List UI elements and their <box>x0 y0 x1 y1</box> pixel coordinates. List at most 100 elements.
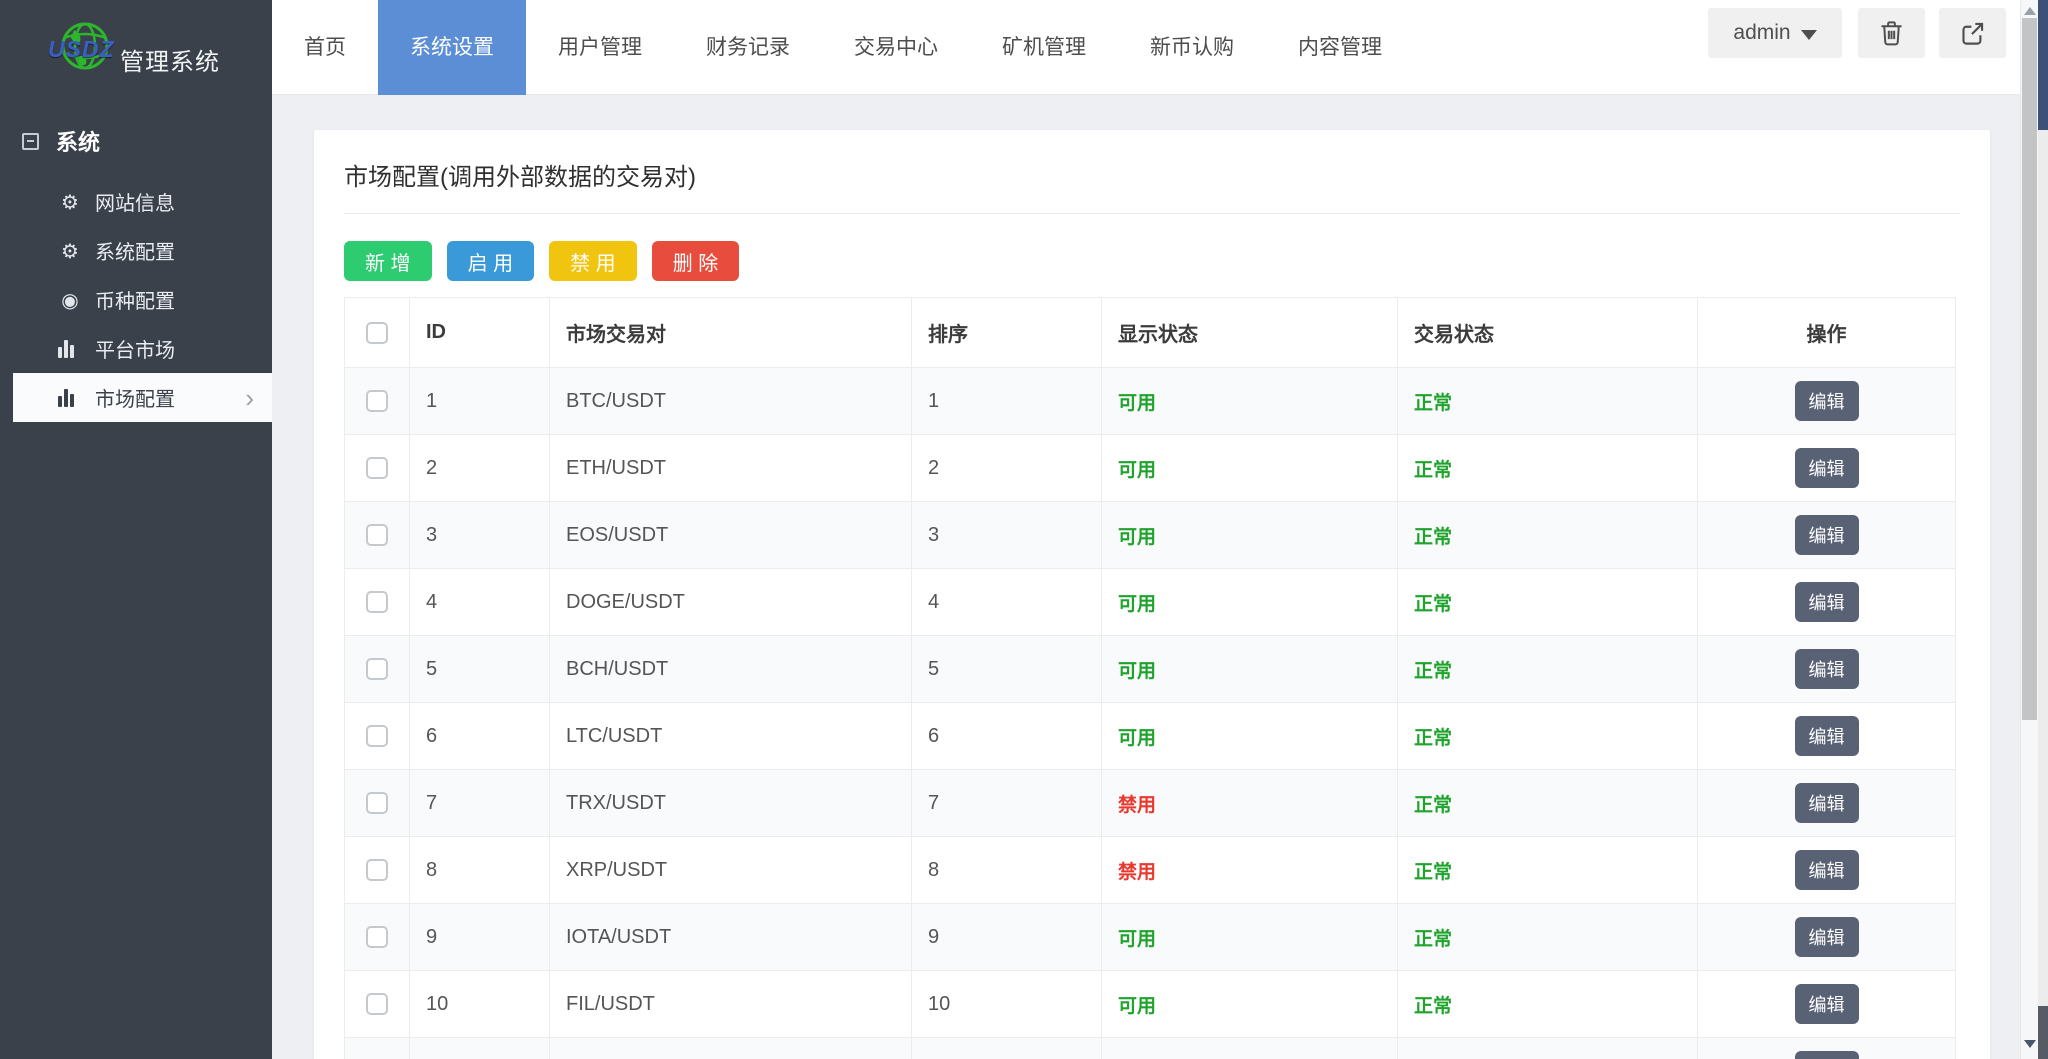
collapse-icon <box>22 133 39 150</box>
row-checkbox[interactable] <box>366 457 388 479</box>
export-button[interactable] <box>1939 8 2006 58</box>
cell-id: 3 <box>410 502 550 569</box>
sidebar-menu: ⚙网站信息⚙系统配置◉币种配置平台市场市场配置› <box>0 177 272 422</box>
outer-scrollbar-thumb[interactable] <box>2038 0 2048 130</box>
edit-button[interactable]: 编辑 <box>1795 448 1859 488</box>
cell-id: 2 <box>410 435 550 502</box>
scroll-down-icon[interactable] <box>2024 1040 2036 1048</box>
table-row-6: 6LTC/USDT6可用正常编辑 <box>345 703 1956 770</box>
column-header-显示状态: 显示状态 <box>1102 298 1398 368</box>
row-checkbox[interactable] <box>366 993 388 1015</box>
select-all-checkbox[interactable] <box>366 322 388 344</box>
cell-id: 7 <box>410 770 550 837</box>
nav-item-8[interactable]: 内容管理 <box>1266 0 1414 95</box>
sidebar-item-平台市场[interactable]: 平台市场 <box>0 324 272 373</box>
nav-item-2[interactable]: 系统设置 <box>378 0 526 95</box>
row-checkbox[interactable] <box>366 390 388 412</box>
cell-sort: 7 <box>912 770 1102 837</box>
scrollbar-thumb[interactable] <box>2022 18 2037 720</box>
display-status-badge: 可用 <box>1118 527 1156 548</box>
cell-sort: 9 <box>912 904 1102 971</box>
column-header-ID: ID <box>410 298 550 368</box>
row-checkbox[interactable] <box>366 926 388 948</box>
cell-id: 5 <box>410 636 550 703</box>
nav-item-7[interactable]: 新币认购 <box>1118 0 1266 95</box>
row-checkbox[interactable] <box>366 792 388 814</box>
cell-sort: 10 <box>912 971 1102 1038</box>
row-checkbox[interactable] <box>366 524 388 546</box>
sidebar-section-label: 系统 <box>56 125 100 157</box>
nav-item-6[interactable]: 矿机管理 <box>970 0 1118 95</box>
outer-scrollbar[interactable] <box>2038 0 2048 1059</box>
scrollbar[interactable] <box>2020 0 2038 1059</box>
row-checkbox[interactable] <box>366 591 388 613</box>
trash-icon <box>1878 19 1905 48</box>
nav-item-5[interactable]: 交易中心 <box>822 0 970 95</box>
trade-status-badge: 正常 <box>1414 929 1452 950</box>
table-row-4: 4DOGE/USDT4可用正常编辑 <box>345 569 1956 636</box>
admin-dropdown[interactable]: admin <box>1708 8 1842 58</box>
edit-button[interactable]: 编辑 <box>1795 381 1859 421</box>
page-title: 市场配置(调用外部数据的交易对) <box>344 157 1960 192</box>
sidebar-item-label: 平台市场 <box>95 334 175 363</box>
cell-sort: 2 <box>912 435 1102 502</box>
table-row-10: 10FIL/USDT10可用正常编辑 <box>345 971 1956 1038</box>
table-row-7: 7TRX/USDT7禁用正常编辑 <box>345 770 1956 837</box>
target-icon: ◉ <box>58 288 82 312</box>
column-header-交易状态: 交易状态 <box>1398 298 1698 368</box>
display-status-badge: 可用 <box>1118 594 1156 615</box>
edit-button[interactable]: 编辑 <box>1795 582 1859 622</box>
edit-button[interactable]: 编辑 <box>1795 515 1859 555</box>
edit-button[interactable]: 编辑 <box>1795 917 1859 957</box>
trash-button[interactable] <box>1858 8 1925 58</box>
sidebar-section-system[interactable]: 系统 <box>0 95 272 171</box>
table-row-9: 9IOTA/USDT9可用正常编辑 <box>345 904 1956 971</box>
sidebar-item-label: 系统配置 <box>95 236 175 265</box>
cell-id: 10 <box>410 971 550 1038</box>
cell-sort: 8 <box>912 837 1102 904</box>
row-checkbox[interactable] <box>366 725 388 747</box>
table-header-row: ID市场交易对排序显示状态交易状态操作 <box>345 298 1956 368</box>
cell-sort: 3 <box>912 502 1102 569</box>
nav-item-1[interactable]: 首页 <box>272 0 378 95</box>
export-icon <box>1959 20 1986 47</box>
table-row-3: 3EOS/USDT3可用正常编辑 <box>345 502 1956 569</box>
edit-button[interactable]: 编辑 <box>1795 850 1859 890</box>
nav-item-4[interactable]: 财务记录 <box>674 0 822 95</box>
cell-sort: 4 <box>912 569 1102 636</box>
sidebar-item-系统配置[interactable]: ⚙系统配置 <box>0 226 272 275</box>
content-area: 市场配置(调用外部数据的交易对) 新 增启 用禁 用删 除 ID市场交易对排序显… <box>272 95 2020 1059</box>
edit-button[interactable]: 编辑 <box>1795 783 1859 823</box>
row-checkbox[interactable] <box>366 658 388 680</box>
disable-button[interactable]: 禁 用 <box>549 241 637 281</box>
column-header-市场交易对: 市场交易对 <box>550 298 912 368</box>
edit-button[interactable]: 编辑 <box>1795 649 1859 689</box>
add-button[interactable]: 新 增 <box>344 241 432 281</box>
cell-id: 11 <box>410 1038 550 1059</box>
bar-chart-icon <box>58 340 82 358</box>
row-checkbox[interactable] <box>366 859 388 881</box>
cell-sort: 1 <box>912 368 1102 435</box>
scroll-up-icon[interactable] <box>2024 7 2036 15</box>
chevron-right-icon: › <box>245 385 254 411</box>
trade-status-badge: 正常 <box>1414 393 1452 414</box>
display-status-badge: 禁用 <box>1118 795 1156 816</box>
sidebar-item-网站信息[interactable]: ⚙网站信息 <box>0 177 272 226</box>
edit-button[interactable]: 编辑 <box>1795 984 1859 1024</box>
sidebar-item-市场配置[interactable]: 市场配置› <box>13 373 272 422</box>
delete-button[interactable]: 删 除 <box>652 241 740 281</box>
table-body: 1BTC/USDT1可用正常编辑2ETH/USDT2可用正常编辑3EOS/USD… <box>345 368 1956 1059</box>
sidebar-item-币种配置[interactable]: ◉币种配置 <box>0 275 272 324</box>
app-name: 管理系统 <box>120 42 220 77</box>
bar-chart-icon <box>58 389 82 407</box>
cell-id: 1 <box>410 368 550 435</box>
cell-sort: 5 <box>912 636 1102 703</box>
trade-status-badge: 正常 <box>1414 594 1452 615</box>
enable-button[interactable]: 启 用 <box>447 241 535 281</box>
cell-id: 9 <box>410 904 550 971</box>
edit-button[interactable]: 编辑 <box>1795 1051 1859 1059</box>
edit-button[interactable]: 编辑 <box>1795 716 1859 756</box>
nav-item-3[interactable]: 用户管理 <box>526 0 674 95</box>
cell-id: 8 <box>410 837 550 904</box>
logo-text: USDZ <box>48 36 115 63</box>
